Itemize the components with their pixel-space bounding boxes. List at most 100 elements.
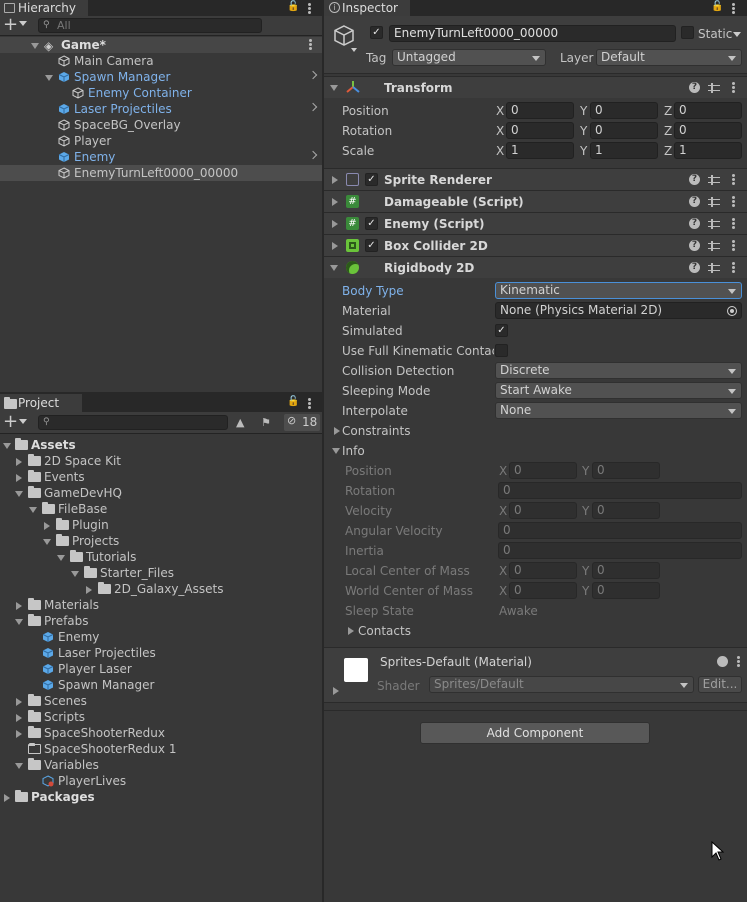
help-icon[interactable]: ? — [689, 240, 700, 251]
hierarchy-item-enemy-container[interactable]: Enemy Container — [0, 85, 322, 101]
component-menu-icon[interactable] — [732, 82, 735, 93]
hierarchy-item-laser-projectiles[interactable]: Laser Projectiles — [0, 101, 322, 117]
add-icon[interactable]: + — [3, 411, 18, 432]
sprite-renderer-enabled-checkbox[interactable]: ✓ — [365, 173, 378, 186]
filter-by-label-icon[interactable]: ⚑ — [261, 416, 275, 429]
static-dropdown-icon[interactable] — [733, 32, 741, 37]
tree-item-packages[interactable]: Packages — [0, 789, 322, 805]
rotation-y-field[interactable]: 0 — [590, 122, 658, 139]
contacts-foldout[interactable]: Contacts — [324, 622, 747, 640]
icon-dropdown-arrow-icon[interactable] — [351, 48, 357, 52]
more-options-icon[interactable] — [308, 398, 311, 409]
tree-item-starter-files[interactable]: Starter_Files — [0, 565, 322, 581]
help-icon[interactable]: ? — [689, 262, 700, 273]
material-object-field[interactable]: None (Physics Material 2D) — [495, 302, 742, 319]
fold-closed-icon[interactable] — [86, 586, 92, 594]
tree-item-prefab-laser-projectiles[interactable]: Laser Projectiles — [0, 645, 322, 661]
fold-closed-icon[interactable] — [332, 220, 338, 228]
tree-item-prefab-player-laser[interactable]: Player Laser — [0, 661, 322, 677]
object-name-field[interactable]: EnemyTurnLeft0000_00000 — [389, 25, 676, 42]
dropdown-arrow-icon[interactable] — [19, 419, 27, 424]
add-component-button[interactable]: Add Component — [420, 722, 650, 744]
hidden-packages-toggle[interactable]: ⊘ 18 — [284, 414, 320, 431]
transform-header[interactable]: Transform ? — [324, 76, 747, 98]
body-type-dropdown[interactable]: Kinematic — [495, 282, 742, 299]
component-menu-icon[interactable] — [732, 218, 735, 229]
position-y-field[interactable]: 0 — [590, 102, 658, 119]
component-menu-icon[interactable] — [732, 196, 735, 207]
hierarchy-item-main-camera[interactable]: Main Camera — [0, 53, 322, 69]
fold-closed-icon[interactable] — [332, 198, 338, 206]
rigidbody-header[interactable]: Rigidbody 2D ? — [324, 256, 747, 278]
component-menu-icon[interactable] — [732, 262, 735, 273]
help-icon[interactable]: ? — [689, 174, 700, 185]
project-search-input[interactable]: ⚲ — [38, 415, 228, 430]
help-icon[interactable]: ? — [689, 82, 700, 93]
tree-item-projects[interactable]: Projects — [0, 533, 322, 549]
tree-item-assets[interactable]: Assets — [0, 437, 322, 453]
tree-item-prefabs[interactable]: Prefabs — [0, 613, 322, 629]
presets-icon[interactable] — [708, 241, 720, 251]
enemy-script-header[interactable]: # ✓ Enemy (Script) ? — [324, 212, 747, 234]
help-icon[interactable] — [717, 656, 728, 667]
chevron-right-icon[interactable] — [308, 150, 318, 160]
presets-icon[interactable] — [708, 263, 720, 273]
tree-item-prefab-enemy[interactable]: Enemy — [0, 629, 322, 645]
material-preview[interactable] — [344, 658, 368, 682]
sleeping-mode-dropdown[interactable]: Start Awake — [495, 382, 742, 399]
fold-open-icon[interactable] — [3, 443, 11, 449]
collision-detection-dropdown[interactable]: Discrete — [495, 362, 742, 379]
hierarchy-item-enemyturnleft[interactable]: EnemyTurnLeft0000_00000 — [0, 165, 322, 181]
tree-item-spaceshooterredux[interactable]: SpaceShooterRedux — [0, 725, 322, 741]
fold-open-icon[interactable] — [45, 75, 53, 81]
help-icon[interactable]: ? — [689, 218, 700, 229]
layer-dropdown[interactable]: Default — [596, 49, 742, 66]
tree-item-gamedevhq[interactable]: GameDevHQ — [0, 485, 322, 501]
full-kinematic-checkbox[interactable] — [495, 344, 508, 357]
scene-row[interactable]: ◈ Game* — [0, 37, 322, 53]
fold-open-icon[interactable] — [71, 571, 79, 577]
hierarchy-search-input[interactable]: ⚲ All — [38, 18, 262, 33]
hierarchy-item-enemy[interactable]: Enemy — [0, 149, 322, 165]
constraints-foldout[interactable]: Constraints — [324, 422, 747, 440]
tree-item-tutorials[interactable]: Tutorials — [0, 549, 322, 565]
scale-z-field[interactable]: 1 — [674, 142, 742, 159]
tree-item-materials[interactable]: Materials — [0, 597, 322, 613]
fold-closed-icon[interactable] — [16, 602, 22, 610]
dropdown-arrow-icon[interactable] — [19, 21, 27, 26]
tree-item-spaceshooterredux-1[interactable]: SpaceShooterRedux 1 — [0, 741, 322, 757]
fold-open-icon[interactable] — [15, 491, 23, 497]
fold-open-icon[interactable] — [15, 763, 23, 769]
lock-icon[interactable]: 🔓 — [287, 1, 299, 13]
fold-open-icon[interactable] — [43, 539, 51, 545]
tree-item-plugin[interactable]: Plugin — [0, 517, 322, 533]
fold-open-icon[interactable] — [57, 555, 65, 561]
fold-closed-icon[interactable] — [16, 474, 22, 482]
fold-open-icon[interactable] — [330, 265, 338, 271]
chevron-right-icon[interactable] — [308, 102, 318, 112]
tag-dropdown[interactable]: Untagged — [392, 49, 546, 66]
material-menu-icon[interactable] — [737, 656, 740, 667]
component-menu-icon[interactable] — [732, 174, 735, 185]
shader-dropdown[interactable]: Sprites/Default — [429, 676, 694, 693]
component-menu-icon[interactable] — [732, 240, 735, 251]
lock-icon[interactable]: 🔓 — [287, 396, 299, 408]
presets-icon[interactable] — [708, 197, 720, 207]
presets-icon[interactable] — [708, 175, 720, 185]
tree-item-events[interactable]: Events — [0, 469, 322, 485]
fold-closed-icon[interactable] — [16, 458, 22, 466]
fold-closed-icon[interactable] — [332, 176, 338, 184]
fold-closed-icon[interactable] — [16, 730, 22, 738]
fold-open-icon[interactable] — [15, 619, 23, 625]
hierarchy-item-spacebg-overlay[interactable]: SpaceBG_Overlay — [0, 117, 322, 133]
scale-y-field[interactable]: 1 — [590, 142, 658, 159]
shader-edit-button[interactable]: Edit... — [698, 676, 742, 693]
box-collider-enabled-checkbox[interactable]: ✓ — [365, 239, 378, 252]
interpolate-dropdown[interactable]: None — [495, 402, 742, 419]
object-picker-icon[interactable] — [727, 306, 737, 316]
fold-open-icon[interactable] — [31, 43, 39, 49]
presets-icon[interactable] — [708, 83, 720, 93]
fold-closed-icon[interactable] — [332, 242, 338, 250]
sprite-renderer-header[interactable]: ✓ Sprite Renderer ? — [324, 168, 747, 190]
active-checkbox[interactable]: ✓ — [370, 26, 383, 39]
